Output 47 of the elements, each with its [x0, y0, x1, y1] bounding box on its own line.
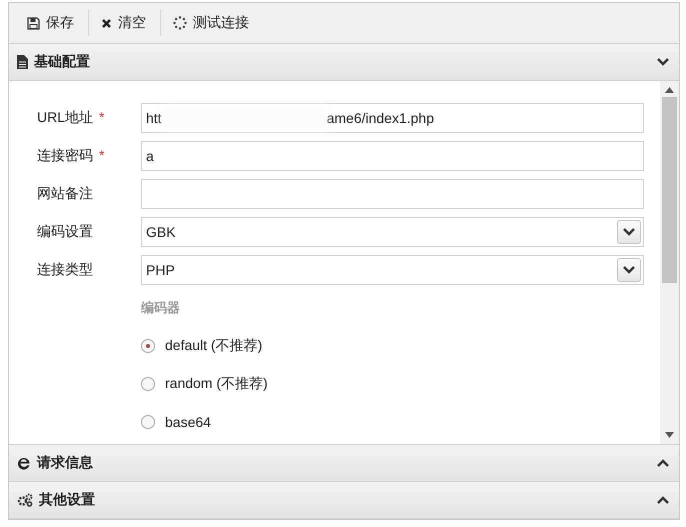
e-letter-icon: [17, 456, 31, 470]
chevron-down-icon[interactable]: [657, 58, 669, 66]
field-label: URL地址 *: [37, 109, 106, 127]
radio-label: random (不推荐): [165, 375, 268, 393]
toolbar-button[interactable]: 保存: [19, 9, 84, 37]
section-title: 请求信息: [37, 454, 94, 472]
document-icon: [17, 55, 28, 69]
field-value: ame6/index1.php: [326, 110, 434, 126]
field-label: 编码设置: [37, 223, 94, 241]
field-value: PHP: [146, 262, 175, 278]
field-value: GBK: [146, 224, 176, 240]
input-field[interactable]: htt ame6/index1.php: [141, 103, 644, 133]
dropdown-button[interactable]: [617, 220, 641, 244]
field-value: a: [146, 148, 154, 164]
close-icon: [101, 18, 112, 28]
required-asterisk: *: [99, 147, 104, 163]
radio-button[interactable]: [141, 339, 155, 353]
scroll-up-arrow-icon[interactable]: [665, 87, 674, 93]
radio-label: base64: [165, 414, 211, 430]
field-label: 连接密码 *: [37, 147, 106, 165]
group-title: 编码器: [141, 299, 181, 317]
field-label: 网站备注: [37, 185, 94, 203]
gears-icon: [17, 493, 33, 507]
section-header[interactable]: 请求信息: [9, 445, 679, 482]
field-label: 连接类型: [37, 261, 94, 279]
required-asterisk: *: [99, 109, 104, 125]
scrollbar[interactable]: [660, 81, 679, 444]
section-header[interactable]: 其他设置: [9, 482, 679, 519]
radio-button[interactable]: [141, 377, 155, 391]
section-header[interactable]: 基础配置: [9, 44, 679, 81]
chevron-down-icon[interactable]: [623, 228, 635, 236]
toolbar-button[interactable]: 测试连接: [165, 9, 259, 37]
section-title: 基础配置: [34, 53, 91, 71]
scroll-down-arrow-icon[interactable]: [665, 432, 674, 438]
field-value: htt: [146, 110, 162, 126]
chevron-up-icon[interactable]: [657, 459, 669, 467]
radio-button[interactable]: [141, 415, 155, 429]
spinner-icon: [173, 16, 187, 30]
chevron-up-icon[interactable]: [657, 496, 669, 504]
dropdown-button[interactable]: [617, 258, 641, 282]
section-title: 其他设置: [39, 491, 96, 509]
radio-label: default (不推荐): [165, 337, 262, 355]
toolbar-button[interactable]: 清空: [93, 9, 156, 37]
select-field[interactable]: GBK: [141, 217, 644, 247]
input-field[interactable]: a: [141, 141, 644, 171]
chevron-down-icon[interactable]: [623, 266, 635, 274]
select-field[interactable]: PHP: [141, 255, 644, 285]
